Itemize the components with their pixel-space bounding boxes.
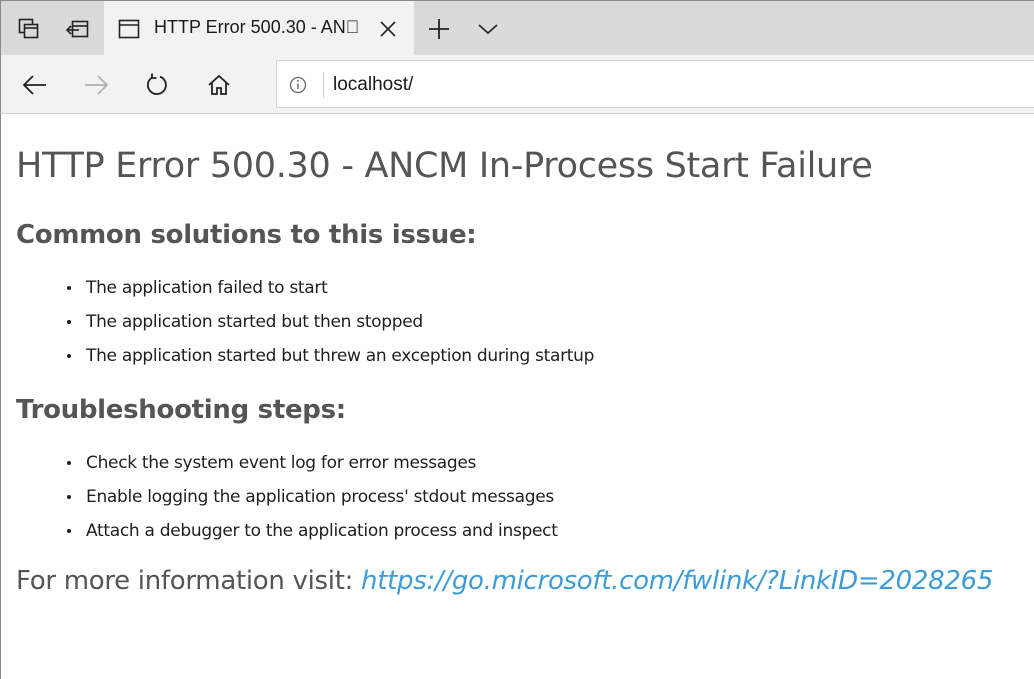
more-info-line: For more information visit: https://go.m… <box>16 566 993 596</box>
more-info-label: For more information visit: <box>16 566 354 596</box>
navigation-bar: localhost/ <box>0 55 1034 114</box>
set-aside-tabs-button[interactable] <box>6 1 52 56</box>
refresh-button[interactable] <box>141 69 173 101</box>
restore-tabs-button[interactable] <box>55 1 101 56</box>
refresh-icon <box>147 73 167 95</box>
list-item: The application failed to start <box>64 277 594 311</box>
url-text[interactable]: localhost/ <box>333 74 413 96</box>
address-divider <box>323 72 324 98</box>
back-button[interactable] <box>19 69 51 101</box>
troubleshooting-list: Check the system event log for error mes… <box>64 452 558 554</box>
chevron-down-icon <box>478 23 498 34</box>
tab-active[interactable]: HTTP Error 500.30 - AN  <box>104 1 414 57</box>
set-aside-tabs-icon <box>18 18 39 38</box>
more-info-link[interactable]: https://go.microsoft.com/fwlink/?LinkID=… <box>361 566 993 596</box>
forward-button[interactable] <box>80 69 112 101</box>
common-solutions-heading: Common solutions to this issue: <box>16 220 477 250</box>
common-solutions-list: The application failed to start The appl… <box>64 277 594 379</box>
address-bar[interactable]: localhost/ <box>276 60 1034 108</box>
list-item: The application started but then stopped <box>64 311 594 345</box>
list-item: Enable logging the application process' … <box>64 486 558 520</box>
tab-title: HTTP Error 500.30 - AN  <box>154 17 360 37</box>
tab-list-button[interactable] <box>465 1 511 56</box>
tab-strip: HTTP Error 500.30 - AN  <box>0 0 1034 57</box>
new-tab-button[interactable] <box>416 1 462 56</box>
page-title: HTTP Error 500.30 - ANCM In-Process Star… <box>16 146 873 186</box>
home-icon <box>208 74 230 95</box>
list-item: Attach a debugger to the application pro… <box>64 520 558 554</box>
restore-tabs-icon <box>66 20 89 37</box>
page-content: HTTP Error 500.30 - ANCM In-Process Star… <box>0 114 1034 679</box>
troubleshooting-heading: Troubleshooting steps: <box>16 395 346 425</box>
close-icon[interactable] <box>378 19 398 39</box>
info-icon[interactable] <box>289 76 307 94</box>
list-item: The application started but threw an exc… <box>64 345 594 379</box>
forward-arrow-icon <box>85 75 109 95</box>
plus-icon <box>429 18 449 39</box>
list-item: Check the system event log for error mes… <box>64 452 558 486</box>
home-button[interactable] <box>203 69 235 101</box>
page-icon <box>118 19 140 39</box>
back-arrow-icon <box>22 75 46 95</box>
